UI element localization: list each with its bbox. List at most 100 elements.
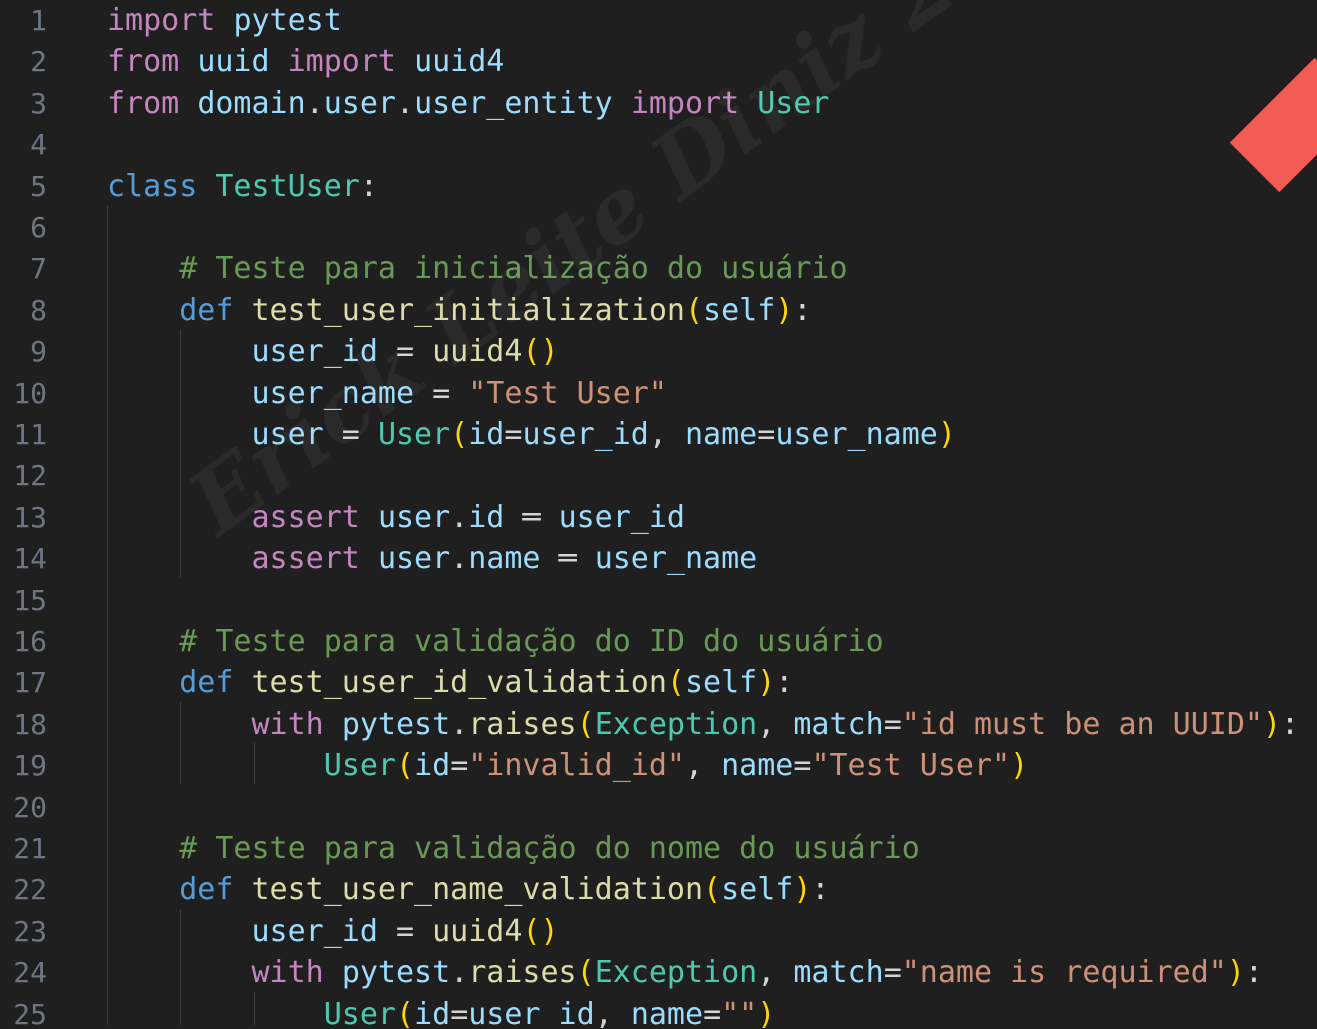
code-token: raises <box>468 955 577 991</box>
code-line[interactable]: 18 with pytest.raises(Exception, match="… <box>0 704 1317 745</box>
code-token: = <box>793 748 812 784</box>
code-token: = <box>450 748 469 784</box>
code-token: uuid4 <box>414 44 505 80</box>
indent-guide-with-1 <box>254 743 255 784</box>
code-line[interactable]: 11 user = User(id=user_id, name=user_nam… <box>0 414 1317 455</box>
code-text: # Teste para validação do ID do usuário <box>107 621 883 662</box>
code-token: import <box>107 3 216 38</box>
code-token: . <box>450 541 469 577</box>
code-token: name <box>721 748 794 784</box>
code-token: user_id <box>522 417 649 452</box>
code-token: user_entity <box>414 85 613 121</box>
code-line[interactable]: 7 # Teste para inicialização do usuário <box>0 248 1317 289</box>
code-token: "" <box>721 996 758 1029</box>
code-token: = <box>450 996 469 1029</box>
code-token: test_user_name_validation <box>251 872 704 908</box>
line-number: 22 <box>13 873 47 907</box>
code-line[interactable]: 5 class TestUser: <box>0 166 1317 207</box>
code-token: Exception <box>594 706 758 742</box>
code-text: from uuid import uuid4 <box>107 41 504 82</box>
code-token: "id must be an UUID" <box>901 706 1263 742</box>
code-token: ═ <box>504 499 559 535</box>
code-line[interactable]: 20 <box>0 787 1317 828</box>
code-token: ) <box>1226 955 1245 991</box>
line-number: 9 <box>30 335 47 369</box>
code-token: , <box>648 417 685 452</box>
line-number: 10 <box>13 376 47 410</box>
code-line[interactable]: 4 <box>0 124 1317 165</box>
code-line[interactable]: 25 User(id=user_id, name="") <box>0 994 1317 1029</box>
code-token: . <box>450 706 469 742</box>
code-text: import pytest <box>107 0 342 41</box>
line-number: 6 <box>30 211 47 244</box>
code-line[interactable]: 13 assert user.id ═ user_id <box>0 497 1317 538</box>
code-line[interactable]: 1 import pytest <box>0 0 1317 41</box>
code-line[interactable]: 10 user_name = "Test User" <box>0 373 1317 414</box>
code-line[interactable]: 2 from uuid import uuid4 <box>0 41 1317 82</box>
code-token: user <box>251 417 324 452</box>
line-number: 15 <box>13 583 47 617</box>
code-line[interactable]: 23 user_id = uuid4() <box>0 911 1317 952</box>
code-text: def test_user_id_validation(self): <box>107 662 793 703</box>
indent-guide-function-3 <box>180 909 181 1025</box>
code-line[interactable]: 8 def test_user_initialization(self): <box>0 290 1317 331</box>
code-token: . <box>396 85 415 121</box>
line-number: 3 <box>30 86 47 120</box>
line-number: 2 <box>30 45 47 79</box>
code-token: uuid4 <box>432 913 523 949</box>
line-number: 4 <box>30 128 47 162</box>
code-line[interactable]: 9 user_id = uuid4() <box>0 331 1317 372</box>
line-number: 20 <box>13 790 47 824</box>
code-line[interactable]: 22 def test_user_name_validation(self): <box>0 869 1317 910</box>
code-token: assert <box>251 541 360 577</box>
line-number: 25 <box>13 997 47 1029</box>
code-line[interactable]: 17 def test_user_id_validation(self): <box>0 662 1317 703</box>
code-line[interactable]: 12 <box>0 455 1317 496</box>
code-token: user <box>377 499 451 535</box>
code-token: ( <box>666 665 685 701</box>
code-token: User <box>757 85 830 121</box>
code-token: TestUser <box>215 168 360 204</box>
code-token: def <box>179 292 234 328</box>
line-number: 8 <box>30 293 47 327</box>
code-line[interactable]: 24 with pytest.raises(Exception, match="… <box>0 952 1317 993</box>
line-number: 14 <box>13 542 47 576</box>
indent-guide-function-1 <box>180 329 181 577</box>
code-line[interactable]: 21 # Teste para validação do nome do usu… <box>0 828 1317 869</box>
code-line[interactable]: 16 # Teste para validação do ID do usuár… <box>0 621 1317 662</box>
code-token: ) <box>757 665 776 701</box>
code-token: = <box>504 417 523 452</box>
code-text: User(id="invalid_id", name="Test User") <box>107 745 1028 786</box>
code-line[interactable]: 6 <box>0 207 1317 248</box>
code-token: : <box>775 665 794 701</box>
code-token: id <box>468 499 505 535</box>
code-line[interactable]: 19 User(id="invalid_id", name="Test User… <box>0 745 1317 786</box>
code-line[interactable]: 3 from domain.user.user_entity import Use… <box>0 83 1317 124</box>
code-editor[interactable]: 1 import pytest 2 from uuid import uuid4 3 fr… <box>0 0 1317 1029</box>
code-token: user_id <box>251 334 378 370</box>
code-token: name <box>630 996 704 1029</box>
code-token: pytest <box>233 3 342 38</box>
code-token: ) <box>937 417 956 452</box>
code-token: = <box>377 334 433 370</box>
code-token: () <box>522 913 559 949</box>
code-token: "Test User" <box>468 375 667 411</box>
line-number: 13 <box>13 500 47 534</box>
code-token: self <box>684 665 758 701</box>
code-token: id <box>414 996 451 1029</box>
code-line[interactable]: 14 assert user.name ═ user_name <box>0 538 1317 579</box>
code-token: : <box>793 292 812 328</box>
line-number: 16 <box>13 625 47 658</box>
code-token: User <box>323 996 396 1029</box>
code-token: user_name <box>594 541 758 577</box>
code-token: class <box>107 168 198 204</box>
code-line[interactable]: 15 <box>0 580 1317 621</box>
line-number: 24 <box>13 956 47 990</box>
